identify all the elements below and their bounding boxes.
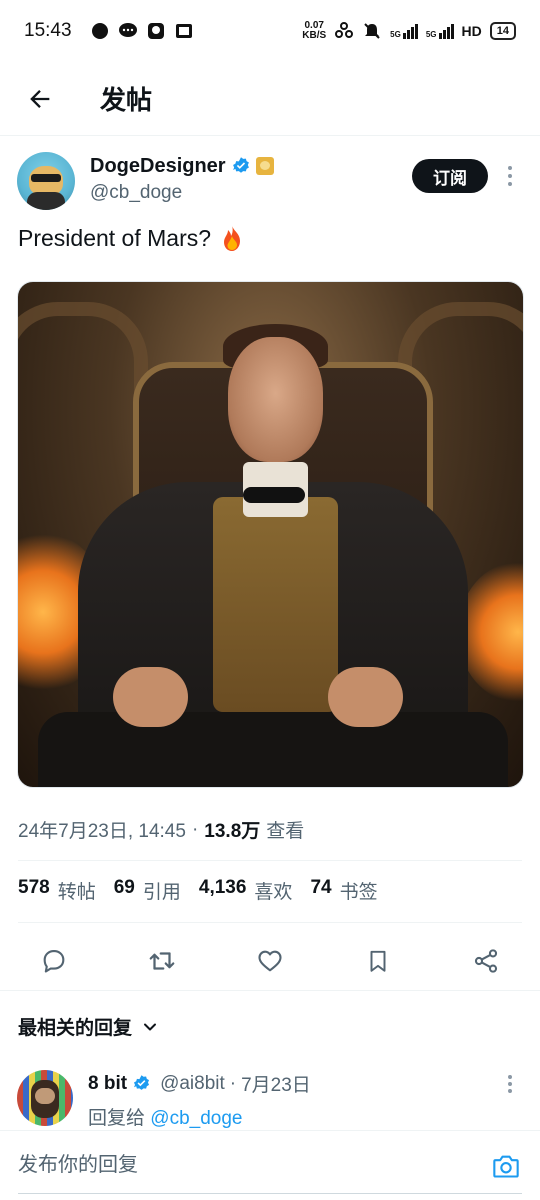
reply-input[interactable]: [18, 1154, 490, 1177]
reply-author-handle[interactable]: @ai8bit: [160, 1073, 225, 1095]
mute-bell-icon: [364, 23, 380, 39]
author-handle[interactable]: @cb_doge: [90, 182, 274, 204]
author-name[interactable]: DogeDesigner: [90, 155, 226, 178]
sort-label: 最相关的回复: [18, 1018, 133, 1039]
bookmark-icon: [370, 950, 386, 972]
notification-icons: [90, 21, 194, 41]
author-avatar[interactable]: [17, 152, 75, 210]
status-bar: 15:43 0.07 KB/S 5G 5G HD 14: [0, 0, 540, 62]
views-label: 查看: [266, 821, 305, 842]
page-header: 发帖: [0, 62, 540, 136]
tweet-image[interactable]: [17, 281, 524, 788]
fire-emoji-icon: [224, 225, 241, 251]
tweet-stats: 578 转帖 69 引用 4,136 喜欢 74 书签: [18, 877, 378, 904]
reply-item[interactable]: 8 bit @ai8bit · 7月23日 回复给 @cb_doge: [17, 1070, 522, 1130]
share-button[interactable]: [470, 945, 502, 977]
camera-icon: [493, 1155, 519, 1178]
camera-button[interactable]: [490, 1150, 522, 1182]
reply-more-button[interactable]: [498, 1070, 522, 1098]
more-vertical-icon: [508, 166, 512, 186]
reply-sort-dropdown[interactable]: 最相关的回复: [18, 1013, 158, 1040]
retweet-button[interactable]: [146, 945, 178, 977]
tweet-body: President of Mars?: [18, 224, 212, 251]
message-bubble-icon: [91, 23, 108, 39]
verified-badge-icon: [232, 157, 249, 173]
stat-likes[interactable]: 4,136 喜欢: [199, 877, 293, 904]
bookmark-button[interactable]: [362, 945, 394, 977]
stat-quotes[interactable]: 69 引用: [114, 877, 181, 904]
arrow-left-icon: [30, 89, 50, 108]
share-icon: [474, 949, 498, 973]
status-time: 15:43: [24, 20, 72, 41]
signal-1: 5G: [390, 23, 418, 39]
divider: [18, 860, 522, 861]
author-name-row: DogeDesigner: [90, 152, 274, 180]
figure-vest: [213, 497, 338, 712]
hd-indicator: HD: [461, 23, 482, 39]
status-right: 0.07 KB/S 5G 5G HD 14: [302, 21, 516, 41]
heart-icon: [258, 950, 282, 972]
gallery-notification-icon: [175, 24, 192, 38]
bow-tie: [243, 487, 305, 503]
tweet-meta: 24年7月23日, 14:45 · 13.8万 查看: [18, 816, 304, 843]
author-info: DogeDesigner @cb_doge: [90, 152, 274, 204]
subscribe-button[interactable]: 订阅: [412, 159, 488, 193]
reply-to-mention[interactable]: @cb_doge: [150, 1108, 242, 1129]
figure-head: [228, 337, 323, 462]
reply-content: 8 bit @ai8bit · 7月23日 回复给 @cb_doge: [88, 1070, 311, 1130]
verified-badge-icon: [134, 1075, 150, 1090]
views-count: 13.8万: [204, 821, 261, 842]
reply-author-name[interactable]: 8 bit: [88, 1073, 127, 1095]
reply-button[interactable]: [38, 945, 70, 977]
like-button[interactable]: [254, 945, 286, 977]
tweet-author: DogeDesigner @cb_doge 订阅: [17, 152, 522, 212]
tweet-text: President of Mars?: [18, 224, 245, 252]
chat-icon: [118, 23, 137, 37]
back-button[interactable]: [18, 77, 62, 121]
tweet-timestamp[interactable]: 24年7月23日, 14:45: [18, 816, 186, 843]
affiliate-badge-icon: [255, 157, 274, 175]
app-notification-icon: [147, 23, 164, 39]
stat-retweets[interactable]: 578 转帖: [18, 877, 96, 904]
divider: [0, 990, 540, 991]
tweet-actions: [0, 933, 540, 989]
battery-indicator: 14: [489, 22, 516, 40]
comment-icon: [43, 950, 65, 973]
reply-composer: [0, 1130, 540, 1200]
page-title: 发帖: [100, 85, 153, 115]
more-options-button[interactable]: [498, 159, 522, 193]
divider: [18, 922, 522, 923]
chevron-down-icon: [144, 1023, 157, 1030]
reply-avatar[interactable]: [17, 1070, 73, 1126]
reply-header: 8 bit @ai8bit · 7月23日: [88, 1070, 311, 1097]
retweet-icon: [149, 952, 175, 970]
net-speed: 0.07 KB/S: [302, 20, 327, 41]
more-vertical-icon: [508, 1075, 512, 1093]
reply-to-line: 回复给 @cb_doge: [88, 1108, 243, 1129]
hotspot-icon: [335, 22, 354, 38]
reply-date: 7月23日: [241, 1075, 311, 1096]
signal-2: 5G: [426, 23, 454, 39]
stat-bookmarks[interactable]: 74 书签: [310, 877, 377, 904]
